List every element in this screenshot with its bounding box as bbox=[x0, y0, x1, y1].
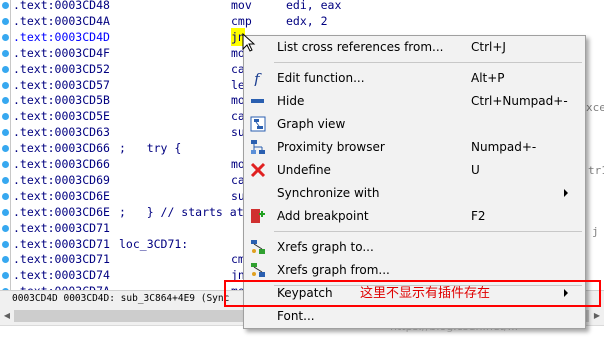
graph-view-icon bbox=[250, 116, 266, 132]
gutter-divider bbox=[10, 0, 11, 290]
menu-item-graph-view[interactable]: Graph view bbox=[244, 113, 585, 136]
menu-item-proximity-browser[interactable]: Proximity browser Numpad+- bbox=[244, 136, 585, 159]
gutter-dot-icon bbox=[2, 129, 9, 137]
menu-item-label: Synchronize with bbox=[277, 186, 380, 200]
undefine-icon bbox=[250, 162, 266, 178]
menu-item-label: Add breakpoint bbox=[277, 209, 369, 223]
menu-item-shortcut: Alt+P bbox=[471, 71, 505, 85]
menu-separator bbox=[274, 231, 582, 232]
right-cut-text: xcep bbox=[586, 101, 604, 114]
gutter-dot-icon bbox=[2, 65, 9, 73]
menu-item-label: Edit function... bbox=[277, 71, 365, 85]
menu-item-shortcut: Ctrl+Numpad+- bbox=[471, 94, 568, 108]
menu-item-shortcut: Ctrl+J bbox=[471, 40, 506, 54]
menu-item-label: List cross references from... bbox=[277, 40, 444, 54]
menu-item-label: Xrefs graph to... bbox=[277, 240, 374, 254]
breakpoint-icon bbox=[250, 208, 266, 224]
hide-icon bbox=[250, 93, 266, 109]
menu-item-shortcut: F2 bbox=[471, 209, 486, 223]
gutter-dot-icon bbox=[2, 161, 9, 168]
mouse-cursor-icon bbox=[242, 33, 256, 52]
gutter-dot-icon bbox=[2, 208, 9, 216]
gutter-dot-icon bbox=[2, 81, 9, 89]
gutter-dot-icon bbox=[2, 97, 9, 105]
menu-item-label: Xrefs graph from... bbox=[277, 263, 390, 277]
menu-item-label: Font... bbox=[277, 309, 315, 323]
gutter-dot-icon bbox=[2, 240, 9, 248]
gutter-dot-icon bbox=[2, 145, 9, 153]
gutter-dot-icon bbox=[2, 2, 9, 9]
gutter-dot-icon bbox=[2, 113, 9, 121]
menu-item-label: Graph view bbox=[277, 117, 346, 131]
xrefs-from-icon bbox=[250, 262, 266, 278]
menu-item-label: Hide bbox=[277, 94, 305, 108]
gutter-dot-icon bbox=[2, 49, 9, 57]
proximity-icon bbox=[250, 139, 266, 155]
menu-item-edit-function[interactable]: f Edit function... Alt+P bbox=[244, 67, 585, 90]
xrefs-to-icon bbox=[250, 239, 266, 255]
menu-item-shortcut: U bbox=[471, 163, 480, 177]
submenu-arrow-icon bbox=[564, 189, 568, 197]
menu-item-label: Undefine bbox=[277, 163, 331, 177]
gutter-dot-icon bbox=[2, 192, 9, 200]
gutter-dot-icon bbox=[2, 224, 9, 232]
scroll-left-icon[interactable]: ◀ bbox=[1, 309, 13, 323]
menu-item-label: Proximity browser bbox=[277, 140, 385, 154]
gutter-dot-icon bbox=[2, 17, 9, 25]
gutter-dot-icon bbox=[2, 176, 9, 184]
menu-item-undefine[interactable]: Undefine U bbox=[244, 159, 585, 182]
scroll-right-icon[interactable]: ▶ bbox=[591, 309, 603, 323]
gutter-dot-icon bbox=[2, 256, 9, 264]
function-icon: f bbox=[250, 70, 266, 88]
right-cut-text: tr1 bbox=[588, 164, 604, 177]
menu-item-xrefs-graph-from[interactable]: Xrefs graph from... bbox=[244, 259, 585, 282]
right-cut-text: j bbox=[592, 225, 599, 238]
menu-item-shortcut: Numpad+- bbox=[471, 140, 537, 154]
menu-item-xrefs-graph-to[interactable]: Xrefs graph to... bbox=[244, 236, 585, 259]
gutter-dot-icon bbox=[2, 272, 9, 280]
gutter-dot-icon bbox=[2, 33, 9, 41]
svg-text:f: f bbox=[253, 70, 262, 86]
line-address: .text:0003CD7A bbox=[13, 282, 110, 290]
menu-item-list-xrefs-from[interactable]: List cross references from... Ctrl+J bbox=[244, 36, 585, 59]
menu-item-add-breakpoint[interactable]: Add breakpoint F2 bbox=[244, 205, 585, 228]
menu-item-hide[interactable]: Hide Ctrl+Numpad+- bbox=[244, 90, 585, 113]
annotation-text: 这里不显示有插件存在 bbox=[360, 286, 491, 301]
menu-separator bbox=[274, 62, 582, 63]
menu-item-font[interactable]: Font... bbox=[244, 305, 585, 328]
menu-item-synchronize-with[interactable]: Synchronize with bbox=[244, 182, 585, 205]
address-info-text: 0003CD4D 0003CD4D: sub_3C864+4E9 (Sync bbox=[12, 293, 230, 304]
